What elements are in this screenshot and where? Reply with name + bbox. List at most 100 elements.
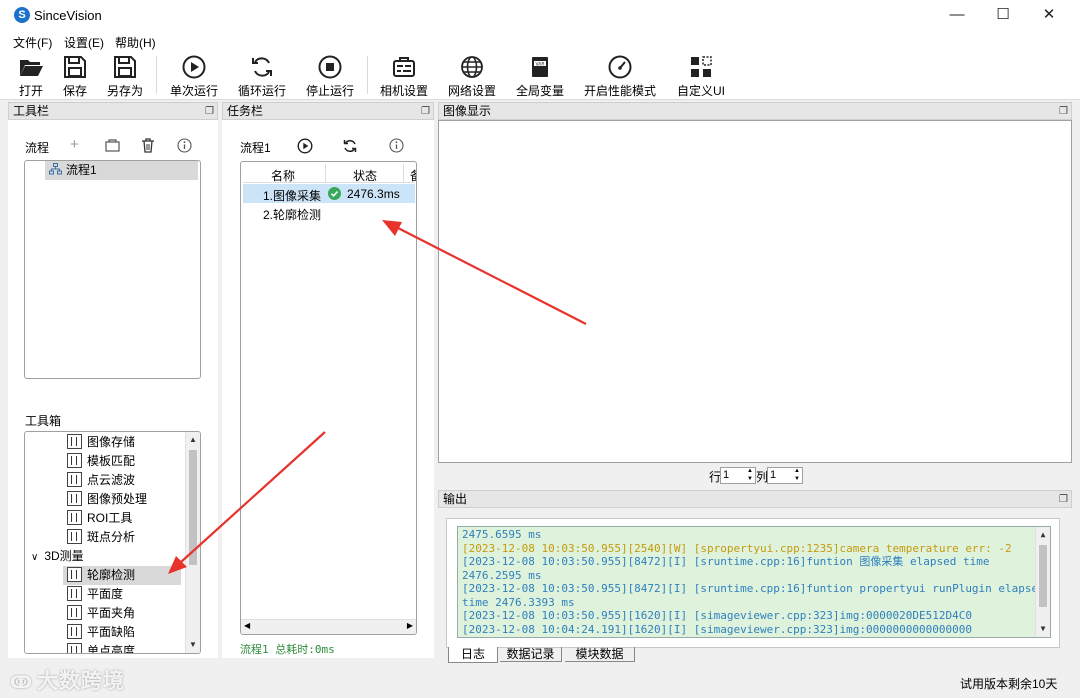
image-viewer[interactable]	[438, 120, 1072, 463]
run-loop-button[interactable]: 循环运行	[236, 52, 288, 98]
dock-float-icon[interactable]: ❐	[1059, 104, 1068, 120]
global-vars-button[interactable]: VAR 全局变量	[514, 52, 566, 98]
tool-icon	[67, 434, 82, 449]
global-vars-label: 全局变量	[515, 84, 564, 98]
scroll-up-icon[interactable]: ▲	[186, 433, 200, 447]
save-button[interactable]: 保存	[58, 52, 92, 98]
column-status-header[interactable]: 状态	[353, 167, 377, 184]
menu-settings[interactable]: 设置(E)	[64, 34, 104, 51]
dock-float-icon[interactable]: ❐	[1059, 492, 1068, 508]
log-scrollbar[interactable]: ▲ ▼	[1035, 527, 1050, 637]
custom-ui-button[interactable]: 自定义UI	[674, 52, 728, 98]
scroll-thumb[interactable]	[189, 450, 197, 565]
scroll-right-icon[interactable]: ▶	[407, 621, 413, 630]
tool-item-template-match[interactable]: 模板匹配	[67, 452, 135, 471]
save-label: 保存	[62, 84, 87, 98]
tool-label: 点云滤波	[87, 473, 136, 487]
task-table-header: 名称 状态 备	[243, 164, 416, 184]
tool-item-plane-angle[interactable]: 平面夹角	[67, 604, 135, 623]
spin-arrows-icon[interactable]: ▲ ▼	[747, 467, 753, 483]
network-settings-button[interactable]: 网络设置	[446, 52, 498, 98]
tool-item-blob-analysis[interactable]: 斑点分析	[67, 528, 135, 547]
scroll-down-icon[interactable]: ▼	[186, 638, 200, 652]
tool-item-image-save[interactable]: 图像存储	[67, 433, 135, 452]
tool-item-plane-defect[interactable]: 平面缺陷	[67, 623, 135, 642]
log-line: [2023-12-08 10:03:50.955][8472][I] [srun…	[462, 555, 990, 568]
column-note-header[interactable]: 备	[410, 167, 416, 184]
minimize-button[interactable]: —	[934, 0, 980, 32]
menu-file[interactable]: 文件(F)	[13, 34, 52, 51]
tool-label: ROI工具	[87, 511, 133, 525]
log-line: [2023-12-08 10:03:50.955][1620][I] [sima…	[462, 609, 972, 622]
tool-label: 单点高度	[87, 644, 136, 654]
tab-data-record[interactable]: 数据记录	[500, 647, 562, 662]
tool-label: 图像预处理	[87, 492, 148, 506]
row-value: 1	[723, 469, 730, 481]
tool-item-point-height[interactable]: 单点高度	[67, 642, 136, 654]
toolbox-scrollbar[interactable]: ▲ ▼	[185, 432, 200, 653]
log-area[interactable]: 2475.6595 ms [2023-12-08 10:03:50.955][2…	[457, 526, 1051, 638]
scroll-left-icon[interactable]: ◀	[244, 621, 250, 630]
loop-flow-icon[interactable]	[342, 138, 358, 154]
run-once-button[interactable]: 单次运行	[168, 52, 220, 98]
scroll-thumb[interactable]	[1039, 545, 1047, 607]
flow-list	[24, 160, 201, 379]
log-line: [2023-12-08 10:03:50.955][8472][I] [srun…	[462, 582, 1045, 595]
import-flow-icon[interactable]	[105, 139, 120, 152]
dock-float-icon[interactable]: ❐	[421, 104, 430, 120]
maximize-button[interactable]: ☐	[980, 0, 1026, 32]
menu-help[interactable]: 帮助(H)	[115, 34, 156, 51]
close-button[interactable]: ✕	[1026, 0, 1072, 32]
tool-icon	[67, 453, 82, 468]
scroll-up-icon[interactable]: ▲	[1036, 528, 1050, 542]
tool-item-roi[interactable]: ROI工具	[67, 509, 132, 528]
task-row-image-capture[interactable]: 1.图像采集 2476.3ms	[243, 184, 415, 203]
tool-icon	[67, 472, 82, 487]
custom-ui-icon	[691, 56, 712, 77]
save-as-button[interactable]: 另存为	[104, 52, 146, 98]
open-button[interactable]: 打开	[14, 52, 48, 98]
column-name-header[interactable]: 名称	[271, 167, 295, 184]
tool-label: 平面度	[87, 587, 124, 601]
add-flow-icon[interactable]: +	[70, 136, 79, 153]
delete-flow-icon[interactable]	[141, 138, 155, 153]
svg-text:VAR: VAR	[536, 61, 545, 67]
toolbar-panel-title: 工具栏	[13, 104, 50, 118]
tool-group-3d[interactable]: ∨ 3D测量	[31, 547, 84, 566]
log-line: time 2476.3393 ms	[462, 595, 575, 609]
open-label: 打开	[18, 84, 43, 98]
task-info-icon[interactable]	[389, 138, 404, 153]
col-spinbox[interactable]: 1 ▲ ▼	[767, 467, 803, 484]
tool-item-image-preprocess[interactable]: 图像预处理	[67, 490, 147, 509]
flow-info-icon[interactable]	[177, 138, 192, 153]
flow-list-item[interactable]: 流程1	[45, 161, 198, 180]
task-row-contour-detect[interactable]: 2.轮廓检测	[243, 203, 415, 222]
tool-icon	[67, 605, 82, 620]
log-line: 2476.2595 ms	[462, 568, 542, 582]
spin-arrows-icon[interactable]: ▲ ▼	[794, 467, 800, 483]
perf-mode-label: 开启性能模式	[583, 84, 656, 98]
tab-log[interactable]: 日志	[448, 647, 498, 663]
tool-label: 图像存储	[87, 435, 136, 449]
perf-mode-button[interactable]: 开启性能模式	[582, 52, 658, 98]
tool-item-pointcloud-filter[interactable]: 点云滤波	[67, 471, 135, 490]
tab-module-data[interactable]: 模块数据	[565, 647, 635, 662]
custom-ui-label: 自定义UI	[676, 84, 725, 98]
column-divider	[325, 164, 326, 183]
tool-group-label: 3D测量	[44, 549, 84, 563]
dock-float-icon[interactable]: ❐	[205, 104, 214, 120]
stop-button[interactable]: 停止运行	[304, 52, 356, 98]
camera-settings-button[interactable]: 相机设置	[378, 52, 430, 98]
task-h-scrollbar[interactable]: ◀ ▶	[241, 619, 416, 634]
task-table: 名称 状态 备 1.图像采集 2476.3ms 2.轮廓检测 ◀ ▶	[240, 161, 417, 635]
tool-icon	[67, 586, 82, 601]
tool-item-flatness[interactable]: 平面度	[67, 585, 123, 604]
save-icon	[64, 56, 86, 78]
output-panel-header: 输出 ❐	[438, 490, 1072, 508]
tool-item-contour-detect[interactable]: 轮廓检测	[63, 566, 181, 585]
play-flow-icon[interactable]	[297, 138, 313, 154]
row-spinbox[interactable]: 1 ▲ ▼	[720, 467, 756, 484]
task-name: 2.轮廓检测	[263, 208, 322, 222]
scroll-down-icon[interactable]: ▼	[1036, 622, 1050, 636]
camera-settings-label: 相机设置	[379, 84, 428, 98]
